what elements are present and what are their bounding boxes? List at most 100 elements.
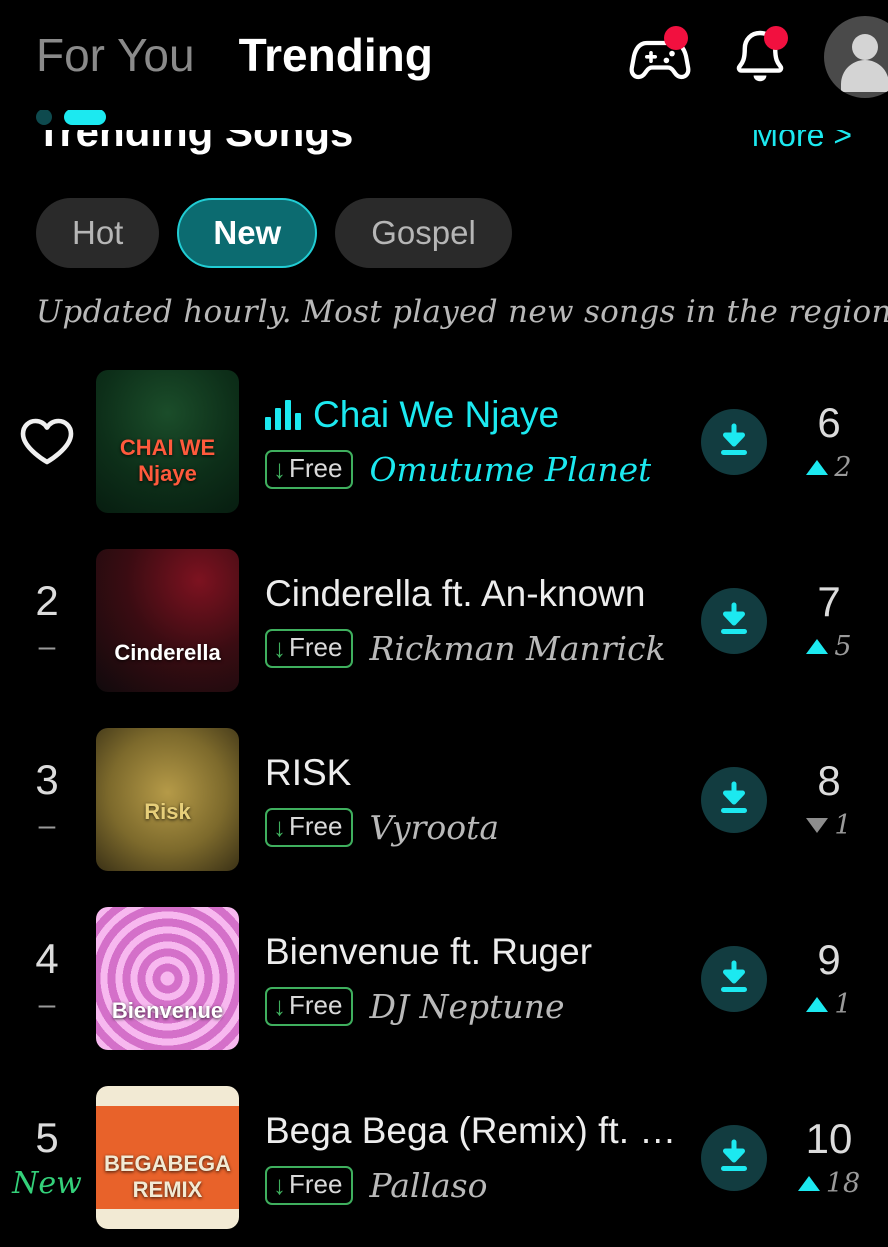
free-download-badge[interactable]: ↓ Free — [265, 629, 354, 668]
song-row[interactable]: 4– Bienvenue Bienvenue ft. Ruger ↓ Free DJ Ne… — [0, 889, 888, 1068]
arrow-up-icon — [806, 997, 829, 1012]
rank-change-indicator: – — [38, 629, 56, 663]
games-button[interactable] — [624, 25, 696, 89]
rank-change-indicator: – — [38, 808, 56, 842]
chart-position-number: 9 — [817, 936, 841, 983]
filter-pill-hot[interactable]: Hot — [36, 198, 160, 268]
album-art-label: Bienvenue — [111, 998, 224, 1023]
download-button[interactable] — [701, 408, 767, 475]
song-title-line: Bega Bega (Remix) ft. Jose c... — [265, 1110, 682, 1152]
download-button[interactable] — [701, 1124, 767, 1191]
page-dot-2-active[interactable] — [64, 109, 106, 125]
rank-number: 5 — [35, 1114, 59, 1162]
filter-pill-group: Hot New Gospel — [0, 176, 888, 268]
download-button[interactable] — [701, 766, 767, 833]
album-art-label: Cinderella — [114, 640, 221, 665]
song-title[interactable]: RISK — [265, 752, 351, 794]
filter-pill-gospel[interactable]: Gospel — [335, 198, 512, 268]
free-download-badge[interactable]: ↓ Free — [265, 450, 354, 489]
topbar-icon-group — [624, 16, 888, 98]
download-button[interactable] — [701, 945, 767, 1012]
artist-name[interactable]: Vyroota — [369, 808, 499, 847]
album-art[interactable]: Risk — [96, 728, 239, 871]
artist-name[interactable]: Pallaso — [369, 1166, 487, 1205]
games-notification-badge — [664, 26, 688, 50]
chart-position-column: 62 — [786, 402, 872, 481]
song-title-line: Cinderella ft. An-known — [265, 573, 682, 615]
tab-for-you[interactable]: For You — [36, 32, 195, 78]
rank-number: 4 — [35, 935, 59, 983]
chart-change-value: 1 — [834, 989, 852, 1020]
filter-pill-new[interactable]: New — [177, 198, 318, 268]
arrow-up-icon — [806, 460, 829, 475]
song-title-line: RISK — [265, 752, 682, 794]
artist-name[interactable]: Omutume Planet — [369, 450, 651, 489]
free-badge-label: Free — [289, 453, 343, 484]
free-download-badge[interactable]: ↓ Free — [265, 808, 354, 847]
download-arrow-icon: ↓ — [273, 811, 286, 842]
download-arrow-icon: ↓ — [273, 1169, 286, 1200]
favorite-heart-icon[interactable] — [19, 417, 75, 467]
page-dot-1[interactable] — [36, 109, 52, 125]
list-description: Updated hourly. Most played new songs in… — [36, 294, 888, 330]
song-info: Bienvenue ft. Ruger ↓ Free DJ Neptune — [239, 931, 682, 1026]
album-art-label: Risk — [144, 799, 191, 824]
chart-position-column: 81 — [786, 760, 872, 839]
notifications-button[interactable] — [724, 25, 796, 89]
free-badge-label: Free — [289, 1169, 343, 1200]
rank-change-indicator: – — [38, 987, 56, 1021]
chart-position-column: 75 — [786, 581, 872, 660]
download-icon — [721, 602, 747, 634]
artist-name[interactable]: DJ Neptune — [369, 987, 564, 1026]
avatar[interactable] — [824, 16, 888, 98]
download-column — [682, 1124, 786, 1191]
album-art[interactable]: BEGABEGA REMIX — [96, 1086, 239, 1229]
rank-new-label: New — [12, 1165, 82, 1201]
album-art[interactable]: CHAI WE Njaye — [96, 370, 239, 513]
chart-position-change: 5 — [806, 631, 852, 662]
free-download-badge[interactable]: ↓ Free — [265, 1166, 354, 1205]
avatar-head — [852, 34, 878, 60]
song-row[interactable]: 5 New BEGABEGA REMIX Bega Bega (Remix) ft. … — [0, 1068, 888, 1247]
song-artist-line: ↓ Free DJ Neptune — [265, 987, 682, 1026]
free-badge-label: Free — [289, 990, 343, 1021]
rank-column: 4– — [0, 937, 94, 1019]
download-icon — [721, 781, 747, 813]
song-title[interactable]: Bienvenue ft. Ruger — [265, 931, 592, 973]
song-row[interactable]: CHAI WE Njaye Chai We Njaye ↓ Free Omutume P… — [0, 352, 888, 531]
more-link[interactable]: More > — [752, 130, 852, 154]
notifications-badge — [764, 26, 788, 50]
chart-position-number: 7 — [817, 578, 841, 625]
album-art[interactable]: Bienvenue — [96, 907, 239, 1050]
download-arrow-icon: ↓ — [273, 632, 286, 663]
song-artist-line: ↓ Free Rickman Manrick — [265, 629, 682, 668]
download-button[interactable] — [701, 587, 767, 654]
artist-name[interactable]: Rickman Manrick — [369, 629, 665, 668]
chart-position-change: 18 — [797, 1170, 860, 1197]
download-icon — [721, 960, 747, 992]
chart-position-change: 1 — [806, 812, 852, 839]
arrow-down-icon — [806, 818, 829, 833]
rank-column — [0, 417, 94, 467]
tab-trending[interactable]: Trending — [239, 32, 433, 78]
song-title[interactable]: Cinderella ft. An-known — [265, 573, 645, 615]
top-navigation-bar: For You Trending — [0, 0, 888, 110]
download-column — [682, 587, 786, 654]
trending-song-list: CHAI WE Njaye Chai We Njaye ↓ Free Omutume P… — [0, 352, 888, 1247]
chart-position-change: 2 — [806, 454, 852, 481]
download-column — [682, 408, 786, 475]
free-download-badge[interactable]: ↓ Free — [265, 987, 354, 1026]
download-column — [682, 945, 786, 1012]
song-row[interactable]: 2– Cinderella Cinderella ft. An-known ↓ Free… — [0, 531, 888, 710]
chart-position-change: 1 — [806, 989, 852, 1020]
free-badge-label: Free — [289, 811, 343, 842]
album-art[interactable]: Cinderella — [96, 549, 239, 692]
song-row[interactable]: 3– Risk RISK ↓ Free Vyroota 8 1 — [0, 710, 888, 889]
album-art-label: CHAI WE Njaye — [119, 435, 216, 486]
song-title[interactable]: Chai We Njaye — [313, 394, 559, 436]
chart-position-number: 10 — [805, 1115, 853, 1162]
chart-change-value: 5 — [834, 631, 852, 662]
song-title[interactable]: Bega Bega (Remix) ft. Jose c... — [265, 1110, 682, 1152]
page-title: Trending Songs — [36, 130, 354, 155]
download-arrow-icon: ↓ — [273, 990, 286, 1021]
